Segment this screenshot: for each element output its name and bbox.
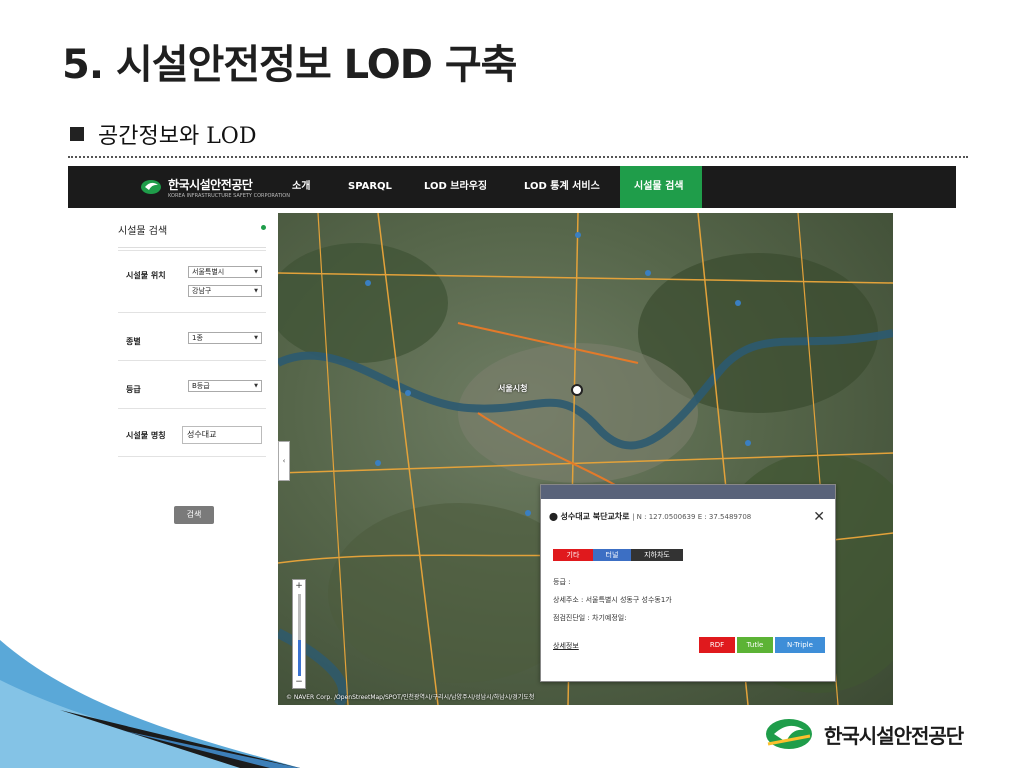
facility-name-input[interactable]: 성수대교 — [182, 426, 262, 444]
footer-logo-text: 한국시설안전공단 — [824, 723, 964, 748]
tag-tunnel[interactable]: 터널 — [593, 549, 631, 561]
location-pin-icon: ⬤ — [549, 512, 558, 521]
location-label: 시설물 위치 — [126, 271, 166, 280]
sidebar-collapse-button[interactable]: ‹ — [278, 441, 290, 481]
popup-titlebar — [541, 485, 835, 499]
city-select[interactable]: 서울특별시 — [188, 266, 262, 278]
bullet-text: 공간정보와 LOD — [98, 124, 257, 149]
divider — [118, 250, 266, 251]
top-navigation-bar: 한국시설안전공단 KOREA INFRASTRUCTURE SAFETY COR… — [68, 166, 956, 208]
nav-item-lod-stats[interactable]: LOD 통계 서비스 — [510, 166, 614, 208]
bullet-row: 공간정보와 LOD — [70, 118, 256, 150]
popup-header: ⬤ 성수대교 북단교차로 | N : 127.0500639 E : 37.54… — [549, 511, 751, 522]
map-copyright: © NAVER Corp. /OpenStreetMap/SPOT/인천광역시/… — [286, 694, 535, 701]
sidebar-title: 시설물 검색 — [118, 226, 168, 237]
district-select[interactable]: 강남구 — [188, 285, 262, 297]
grade-select[interactable]: B등급 — [188, 380, 262, 392]
tag-underpass[interactable]: 지하차도 — [631, 549, 683, 561]
site-logo[interactable]: 한국시설안전공단 KOREA INFRASTRUCTURE SAFETY COR… — [140, 174, 290, 199]
logo-subtext: KOREA INFRASTRUCTURE SAFETY CORPORATION — [168, 193, 290, 199]
bullet-square-icon — [70, 127, 84, 141]
inspection-line: 점검진단일 : 차기예정일: — [553, 614, 627, 622]
category-tags: 기타 터널 지하차도 — [553, 549, 683, 561]
divider — [118, 312, 266, 313]
nav-item-lod-browsing[interactable]: LOD 브라우징 — [410, 166, 501, 208]
turtle-button[interactable]: Tutle — [737, 637, 773, 653]
close-icon[interactable]: ✕ — [813, 509, 825, 525]
rdf-button[interactable]: RDF — [699, 637, 735, 653]
map-marker-pin-icon[interactable] — [571, 384, 583, 396]
sidebar-indicator-icon — [261, 225, 266, 230]
tag-other[interactable]: 기타 — [553, 549, 593, 561]
kisc-logo-icon — [141, 179, 161, 194]
divider — [118, 408, 266, 409]
type-select[interactable]: 1종 — [188, 332, 262, 344]
type-label: 종별 — [126, 337, 141, 346]
search-button[interactable]: 검색 — [174, 506, 214, 524]
slide-title: 5. 시설안전정보 LOD 구축 — [62, 42, 517, 88]
sidebar-header: 시설물 검색 — [118, 222, 266, 248]
popup-title: 성수대교 북단교차로 — [560, 512, 630, 521]
logo-text: 한국시설안전공단 — [168, 178, 253, 192]
nav-item-intro[interactable]: 소개 — [278, 166, 324, 208]
footer-logo: 한국시설안전공단 — [764, 716, 964, 752]
grade-line: 등급 : — [553, 578, 571, 586]
name-label: 시설물 명칭 — [126, 431, 166, 440]
nav-item-facility-search[interactable]: 시설물 검색 — [620, 166, 702, 208]
kisc-footer-logo-icon — [766, 719, 812, 749]
dotted-divider — [68, 156, 968, 158]
zoom-in-button[interactable]: + — [293, 580, 305, 592]
facility-info-popup: ⬤ 성수대교 북단교차로 | N : 127.0500639 E : 37.54… — [540, 484, 836, 682]
divider — [118, 456, 266, 457]
map-label-city-hall: 서울시청 — [498, 384, 528, 393]
slide-corner-decoration — [0, 640, 300, 768]
nav-item-sparql[interactable]: SPARQL — [334, 166, 406, 208]
detail-link[interactable]: 상세정보 — [553, 641, 579, 651]
grade-label: 등급 — [126, 385, 141, 394]
slide: 5. 시설안전정보 LOD 구축 공간정보와 LOD 한국시설안전공단 KORE… — [0, 0, 1024, 768]
address-line: 상세주소 : 서울특별시 성동구 성수동1가 — [553, 596, 672, 604]
popup-coordinates: | N : 127.0500639 E : 37.5489708 — [632, 513, 752, 521]
divider — [118, 360, 266, 361]
ntriple-button[interactable]: N-Triple — [775, 637, 825, 653]
